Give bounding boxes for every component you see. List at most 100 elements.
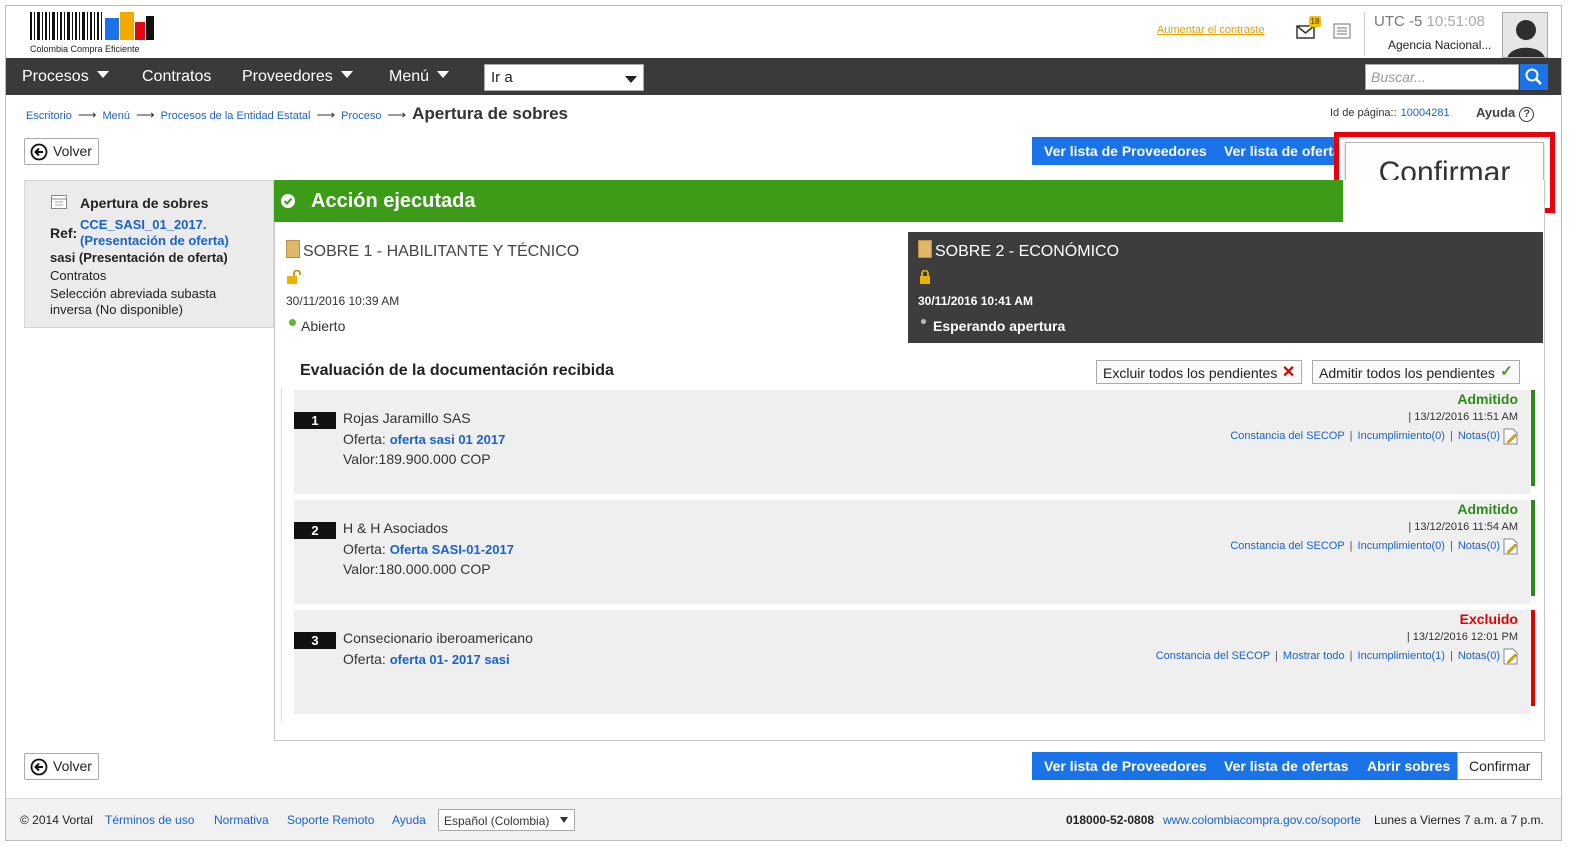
notes-link[interactable]: Notas(0) xyxy=(1458,430,1500,442)
goto-select-value: Ir a xyxy=(491,69,513,86)
offer-line: Oferta: oferta 01- 2017 sasi xyxy=(343,651,510,667)
breadcrumb-procesos[interactable]: Procesos de la Entidad Estatal xyxy=(161,110,311,122)
view-offers-button-top[interactable]: Ver lista de ofertas xyxy=(1212,137,1340,165)
process-modality-line1: Selección abreviada subasta xyxy=(50,286,217,301)
evaluation-title: Evaluación de la documentación recibida xyxy=(300,362,614,379)
chevron-down-icon xyxy=(437,71,450,78)
offer-status-excluded: Excluido xyxy=(1459,611,1518,627)
colombia-compra-logo[interactable]: Colombia Compra Eficiente xyxy=(28,10,168,56)
envelope-1-status: Abierto xyxy=(301,318,346,334)
open-envelopes-button[interactable]: Abrir sobres xyxy=(1355,752,1463,780)
nav-menu-label: Menú xyxy=(389,68,430,85)
unlocked-icon xyxy=(287,270,301,284)
offer-link[interactable]: oferta sasi 01 2017 xyxy=(390,432,506,447)
checkmark-icon: ✓ xyxy=(1500,363,1513,380)
envelope-2-title: SOBRE 2 - ECONÓMICO xyxy=(935,243,1120,260)
language-value: Español (Colombia) xyxy=(444,814,550,828)
dropdown-arrow-icon xyxy=(560,817,568,823)
link-separator: | xyxy=(1449,540,1453,552)
nav-menu[interactable]: Menú xyxy=(389,68,450,86)
help-link[interactable]: Ayuda? xyxy=(1476,105,1535,122)
envelope-2-status: Esperando apertura xyxy=(933,318,1066,334)
language-select[interactable]: Español (Colombia) xyxy=(438,809,575,831)
goto-select[interactable]: Ir a xyxy=(484,64,644,91)
envelope-1-panel[interactable]: SOBRE 1 - HABILITANTE Y TÉCNICO 30/11/20… xyxy=(276,232,908,343)
offer-number: 2 xyxy=(294,522,336,539)
page-id: Id de página:: 10004281 xyxy=(1330,107,1450,119)
envelope-2-panel[interactable]: SOBRE 2 - ECONÓMICO 30/11/2016 10:41 AM … xyxy=(908,232,1543,343)
exclude-all-pending-button[interactable]: Excluir todos los pendientes ✕ xyxy=(1096,360,1303,384)
view-suppliers-button-bottom[interactable]: Ver lista de Proveedores xyxy=(1032,752,1219,780)
agency-name[interactable]: Agencia Nacional... xyxy=(1388,38,1491,52)
offers-list: 1 Rojas Jaramillo SAS Oferta: oferta sas… xyxy=(281,388,1535,722)
arrow-right-icon: ⟶ xyxy=(77,107,97,122)
notes-link[interactable]: Notas(0) xyxy=(1458,650,1500,662)
chevron-down-icon xyxy=(96,71,109,78)
footer-terms-link[interactable]: Términos de uso xyxy=(105,813,194,827)
copyright: © 2014 Vortal xyxy=(20,813,93,827)
process-subtitle: sasi (Presentación de oferta) xyxy=(50,250,228,265)
nav-contratos[interactable]: Contratos xyxy=(142,68,211,86)
nav-proveedores[interactable]: Proveedores xyxy=(242,68,353,86)
mail-count-badge: 18 xyxy=(1309,16,1321,27)
breadcrumb-menu[interactable]: Menú xyxy=(102,110,130,122)
footer-remote-support-link[interactable]: Soporte Remoto xyxy=(287,813,374,827)
edit-note-icon[interactable] xyxy=(1503,648,1518,665)
admit-all-pending-button[interactable]: Admitir todos los pendientes ✓ xyxy=(1312,360,1520,384)
envelope-2-date: 30/11/2016 10:41 AM xyxy=(918,294,1033,308)
document-list-icon[interactable] xyxy=(1333,22,1351,40)
admit-all-label: Admitir todos los pendientes xyxy=(1319,365,1495,381)
offer-date: | 13/12/2016 11:54 AM xyxy=(1408,521,1518,533)
non-compliance-link[interactable]: Incumplimiento(1) xyxy=(1358,650,1445,662)
edit-note-icon[interactable] xyxy=(1503,538,1518,555)
show-all-link[interactable]: Mostrar todo xyxy=(1283,650,1345,662)
nav-procesos-label: Procesos xyxy=(22,68,89,85)
breadcrumb: Escritorio ⟶ Menú ⟶ Procesos de la Entidad E… xyxy=(26,104,568,124)
status-bar xyxy=(1531,500,1535,596)
search-button[interactable] xyxy=(1520,64,1548,90)
nav-procesos[interactable]: Procesos xyxy=(22,68,109,86)
footer-normativa-link[interactable]: Normativa xyxy=(214,813,269,827)
view-suppliers-button-top[interactable]: Ver lista de Proveedores xyxy=(1032,137,1219,165)
support-url-link[interactable]: www.colombiacompra.gov.co/soporte xyxy=(1163,813,1361,827)
nav-contratos-label: Contratos xyxy=(142,68,212,85)
secop-certificate-link[interactable]: Constancia del SECOP xyxy=(1230,540,1344,552)
offer-link[interactable]: oferta 01- 2017 sasi xyxy=(390,652,510,667)
view-offers-button-bottom[interactable]: Ver lista de ofertas xyxy=(1212,752,1361,780)
breadcrumb-escritorio[interactable]: Escritorio xyxy=(26,110,72,122)
secop-certificate-link[interactable]: Constancia del SECOP xyxy=(1230,430,1344,442)
offer-supplier-name: Consecionario iberoamericano xyxy=(343,630,533,646)
success-banner: Acción ejecutada xyxy=(274,180,1343,222)
back-button-bottom[interactable]: Volver xyxy=(24,753,99,780)
search-icon xyxy=(1525,68,1542,85)
user-avatar[interactable] xyxy=(1502,12,1548,58)
help-label: Ayuda xyxy=(1476,105,1516,120)
utc-label: UTC -5 xyxy=(1374,13,1423,30)
offer-date: | 13/12/2016 12:01 PM xyxy=(1406,631,1518,643)
ref-link-line2[interactable]: (Presentación de oferta) xyxy=(80,233,229,248)
secop-certificate-link[interactable]: Constancia del SECOP xyxy=(1156,650,1270,662)
ref-link-line1[interactable]: CCE_SASI_01_2017. xyxy=(80,217,206,232)
edit-note-icon[interactable] xyxy=(1503,428,1518,445)
link-separator: | xyxy=(1349,430,1353,442)
clock-time: 10:51:08 xyxy=(1426,13,1485,30)
offer-link[interactable]: Oferta SASI-01-2017 xyxy=(390,542,514,557)
back-button-top[interactable]: Volver xyxy=(24,138,99,165)
notes-link[interactable]: Notas(0) xyxy=(1458,540,1500,552)
status-waiting-dot-icon xyxy=(921,319,926,324)
arrow-right-icon: ⟶ xyxy=(136,107,155,122)
increase-contrast-link[interactable]: Aumentar el contraste xyxy=(1157,24,1265,36)
search-input[interactable]: Buscar... xyxy=(1365,64,1519,90)
page-id-label: Id de página:: xyxy=(1330,107,1397,119)
offer-row: 2 H & H Asociados Oferta: Oferta SASI-01… xyxy=(294,500,1535,604)
confirm-button-bottom[interactable]: Confirmar xyxy=(1457,752,1543,780)
non-compliance-link[interactable]: Incumplimiento(0) xyxy=(1358,430,1445,442)
footer-help-link[interactable]: Ayuda xyxy=(392,813,426,827)
user-silhouette-icon xyxy=(1507,20,1545,57)
non-compliance-link[interactable]: Incumplimiento(0) xyxy=(1358,540,1445,552)
page-id-value[interactable]: 10004281 xyxy=(1401,107,1450,119)
link-separator: | xyxy=(1449,430,1453,442)
envelope-1-title: SOBRE 1 - HABILITANTE Y TÉCNICO xyxy=(303,243,580,260)
breadcrumb-proceso[interactable]: Proceso xyxy=(341,110,381,122)
offer-number: 1 xyxy=(294,412,336,429)
